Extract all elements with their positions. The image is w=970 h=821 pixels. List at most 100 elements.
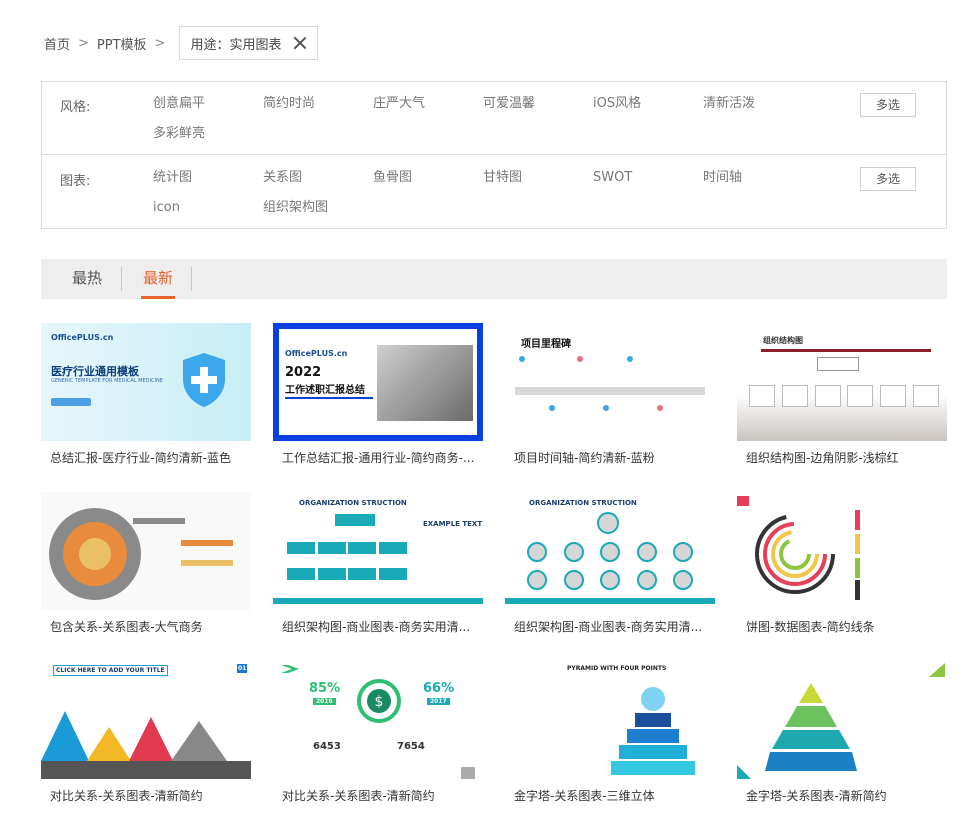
close-icon[interactable] bbox=[293, 36, 307, 50]
filter-option[interactable]: 甘特图 bbox=[483, 167, 593, 197]
avatar bbox=[597, 512, 619, 534]
template-card[interactable]: 饼图-数据图表-简约线条 bbox=[737, 492, 947, 635]
template-card[interactable]: PYRAMID WITH FOUR POINTS 金字塔-关系图表-三维立体 bbox=[505, 661, 715, 804]
ring-chart bbox=[755, 514, 835, 594]
timeline-bar bbox=[515, 387, 705, 395]
template-thumbnail[interactable] bbox=[737, 661, 947, 779]
template-caption[interactable]: 饼图-数据图表-简约线条 bbox=[737, 618, 942, 635]
thumb-button-shape bbox=[51, 398, 91, 406]
template-caption[interactable]: 组织架构图-商业图表-商务实用清... bbox=[273, 618, 478, 635]
template-card[interactable]: 金字塔-关系图表-清新简约 bbox=[737, 661, 947, 804]
template-card[interactable]: OfficePLUS.cn 医疗行业通用模板 GENERIC TEMPLATE … bbox=[41, 323, 251, 466]
template-thumbnail[interactable] bbox=[737, 492, 947, 610]
thumb-text: OfficePLUS.cn bbox=[285, 349, 348, 358]
thumb-text: ORGANIZATION STRUCTION bbox=[299, 499, 407, 507]
template-thumbnail[interactable]: ORGANIZATION STRUCTION EXAMPLE TEXT bbox=[273, 492, 483, 610]
template-card[interactable]: 项目里程碑 项目时间轴-简约清新-蓝粉 bbox=[505, 323, 715, 466]
active-filter-chip[interactable]: 用途：实用图表 bbox=[179, 26, 319, 60]
multi-select-button-chart[interactable]: 多选 bbox=[860, 167, 916, 191]
filter-option[interactable]: 创意扁平 bbox=[153, 93, 263, 123]
breadcrumb-ppt[interactable]: PPT模板 bbox=[97, 34, 147, 53]
legend-swatch bbox=[855, 534, 860, 554]
tab-new[interactable]: 最新 bbox=[139, 259, 177, 299]
org-row bbox=[287, 568, 407, 580]
template-thumbnail[interactable]: 项目里程碑 bbox=[505, 323, 715, 441]
org-row bbox=[749, 385, 939, 407]
filter-option[interactable]: SWOT bbox=[593, 167, 703, 197]
template-thumbnail[interactable]: OfficePLUS.cn 2022 工作述职汇报总结 bbox=[273, 323, 483, 441]
template-card[interactable]: 85% 66% 2016 2017 6453 7654 $ 对比关系-关系图表-… bbox=[273, 661, 483, 804]
template-thumbnail[interactable]: 85% 66% 2016 2017 6453 7654 $ bbox=[273, 661, 483, 779]
template-caption[interactable]: 包含关系-关系图表-大气商务 bbox=[41, 618, 246, 635]
shield-icon bbox=[183, 353, 225, 407]
thumb-corner-mark bbox=[737, 765, 751, 779]
label-bar bbox=[181, 540, 233, 546]
template-thumbnail[interactable]: OfficePLUS.cn 医疗行业通用模板 GENERIC TEMPLATE … bbox=[41, 323, 251, 441]
legend-swatch bbox=[855, 510, 860, 530]
filter-option[interactable]: 关系图 bbox=[263, 167, 373, 197]
tab-hot[interactable]: 最热 bbox=[63, 259, 111, 299]
filter-options-chart: 统计图 关系图 鱼骨图 甘特图 SWOT 时间轴 icon 组织架构图 bbox=[153, 167, 813, 227]
template-caption[interactable]: 金字塔-关系图表-三维立体 bbox=[505, 787, 710, 804]
filter-option[interactable]: iOS风格 bbox=[593, 93, 703, 123]
template-caption[interactable]: 组织架构图-商业图表-商务实用清... bbox=[505, 618, 710, 635]
filter-option[interactable]: 时间轴 bbox=[703, 167, 813, 197]
thumb-text: 工作述职汇报总结 bbox=[285, 385, 365, 396]
thumb-text: 85% bbox=[309, 681, 341, 696]
template-caption[interactable]: 对比关系-关系图表-清新简约 bbox=[273, 787, 478, 804]
milestone-dot bbox=[603, 405, 609, 411]
breadcrumb-home[interactable]: 首页 bbox=[44, 34, 70, 53]
mountain-chart bbox=[41, 711, 251, 779]
filter-option[interactable]: 清新活泼 bbox=[703, 93, 813, 123]
template-caption[interactable]: 对比关系-关系图表-清新简约 bbox=[41, 787, 246, 804]
template-caption[interactable]: 金字塔-关系图表-清新简约 bbox=[737, 787, 942, 804]
breadcrumb-separator: > bbox=[78, 35, 89, 51]
template-thumbnail[interactable]: PYRAMID WITH FOUR POINTS bbox=[505, 661, 715, 779]
thumb-text: EXAMPLE TEXT bbox=[423, 520, 483, 528]
filter-option[interactable]: 鱼骨图 bbox=[373, 167, 483, 197]
concentric-circles bbox=[49, 508, 141, 600]
template-card[interactable]: OfficePLUS.cn 2022 工作述职汇报总结 工作总结汇报-通用行业-… bbox=[273, 323, 483, 466]
breadcrumb: 首页 > PPT模板 > 用途：实用图表 bbox=[44, 26, 319, 60]
thumb-text: 组织结构图 bbox=[763, 336, 803, 345]
template-caption[interactable]: 项目时间轴-简约清新-蓝粉 bbox=[505, 449, 710, 466]
milestone-dot bbox=[549, 405, 555, 411]
template-card[interactable]: ORGANIZATION STRUCTION 组织架构图-商业图表-商务实用清.… bbox=[505, 492, 715, 635]
filter-panel: 风格: 创意扁平 简约时尚 庄严大气 可爱温馨 iOS风格 清新活泼 多彩鲜亮 … bbox=[41, 81, 947, 229]
multi-select-button-style[interactable]: 多选 bbox=[860, 93, 916, 117]
filter-row-style: 风格: 创意扁平 简约时尚 庄严大气 可爱温馨 iOS风格 清新活泼 多彩鲜亮 … bbox=[42, 82, 946, 155]
filter-option[interactable]: 多彩鲜亮 bbox=[153, 123, 263, 153]
chip-label: 用途：实用图表 bbox=[190, 37, 282, 53]
filter-option[interactable]: 统计图 bbox=[153, 167, 263, 197]
thumb-text: 66% bbox=[423, 681, 455, 696]
template-card[interactable]: 包含关系-关系图表-大气商务 bbox=[41, 492, 251, 635]
pyramid-3d bbox=[611, 687, 695, 775]
thumb-corner-mark bbox=[929, 663, 945, 677]
filter-option[interactable]: 可爱温馨 bbox=[483, 93, 593, 123]
template-caption[interactable]: 总结汇报-医疗行业-简约清新-蓝色 bbox=[41, 449, 246, 466]
thumb-text: CLICK HERE TO ADD YOUR TITLE bbox=[53, 665, 168, 676]
org-node bbox=[817, 357, 859, 371]
org-node bbox=[335, 514, 375, 526]
filter-label-style: 风格: bbox=[60, 100, 91, 115]
legend-swatch bbox=[855, 558, 860, 578]
filter-option[interactable]: 庄严大气 bbox=[373, 93, 483, 123]
sort-tabs: 最热 最新 bbox=[41, 259, 947, 299]
avatar-row bbox=[527, 542, 693, 564]
template-thumbnail[interactable]: 组织结构图 bbox=[737, 323, 947, 441]
template-thumbnail[interactable]: ORGANIZATION STRUCTION bbox=[505, 492, 715, 610]
filter-option[interactable]: 组织架构图 bbox=[263, 197, 373, 227]
template-card[interactable]: ORGANIZATION STRUCTION EXAMPLE TEXT 组织架构… bbox=[273, 492, 483, 635]
template-thumbnail[interactable]: CLICK HERE TO ADD YOUR TITLE 01 bbox=[41, 661, 251, 779]
filter-option[interactable]: icon bbox=[153, 197, 263, 227]
tab-divider bbox=[121, 267, 122, 291]
template-caption[interactable]: 组织结构图-边角阴影-浅棕红 bbox=[737, 449, 942, 466]
template-card[interactable]: 组织结构图 组织结构图-边角阴影-浅棕红 bbox=[737, 323, 947, 466]
template-thumbnail[interactable] bbox=[41, 492, 251, 610]
thumb-text: ORGANIZATION STRUCTION bbox=[529, 499, 637, 507]
thumb-text: 项目里程碑 bbox=[521, 339, 571, 350]
filter-option[interactable]: 简约时尚 bbox=[263, 93, 373, 123]
breadcrumb-separator: > bbox=[154, 35, 166, 51]
template-card[interactable]: CLICK HERE TO ADD YOUR TITLE 01 对比关系-关系图… bbox=[41, 661, 251, 804]
template-caption[interactable]: 工作总结汇报-通用行业-简约商务-... bbox=[273, 449, 478, 466]
